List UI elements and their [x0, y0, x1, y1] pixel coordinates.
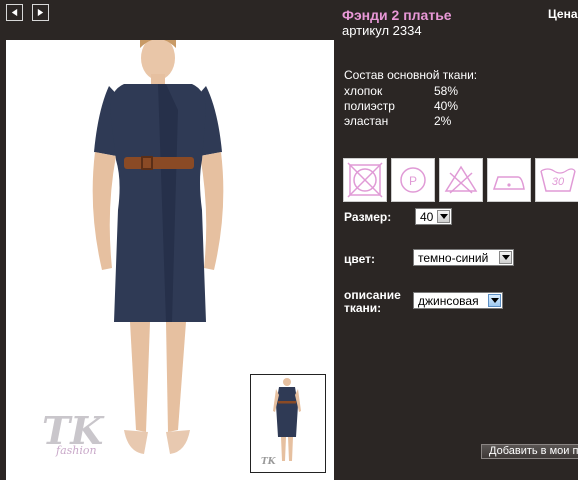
price-label: Цена	[548, 7, 578, 21]
color-select[interactable]: темно-синий	[413, 249, 514, 266]
size-select[interactable]: 40	[415, 208, 452, 225]
prev-button[interactable]	[6, 4, 23, 21]
fabric-name: хлопок	[344, 84, 383, 98]
fabric-desc-value: джинсовая	[418, 293, 479, 308]
fabric-desc-label: описание ткани:	[344, 288, 401, 315]
iron-low-icon	[487, 158, 531, 202]
fabric-select[interactable]: джинсовая	[413, 292, 503, 309]
article-number: артикул 2334	[342, 23, 422, 38]
color-label: цвет:	[344, 252, 375, 266]
product-title: Фэнди 2 платье	[342, 7, 452, 23]
thumbnail-watermark: TK	[261, 457, 276, 467]
thumbnail-image[interactable]: TK	[250, 374, 326, 473]
dry-clean-p-icon: P	[391, 158, 435, 202]
fabric-name: полиэстр	[344, 99, 395, 113]
fabric-row: полиэстр 40%	[344, 99, 484, 113]
chevron-down-icon[interactable]	[499, 251, 512, 264]
next-button[interactable]	[32, 4, 49, 21]
arrow-left-icon	[11, 8, 18, 17]
chevron-down-icon[interactable]	[488, 294, 501, 307]
add-to-cart-button[interactable]: Добавить в мои п	[481, 444, 578, 459]
no-wash-icon	[343, 158, 387, 202]
fabric-percent: 40%	[434, 99, 459, 113]
wash-30-icon: 30	[535, 158, 578, 202]
fabric-name: эластан	[344, 114, 389, 128]
size-label: Размер:	[344, 210, 392, 224]
watermark-subtitle: fashion	[56, 444, 97, 457]
svg-text:30: 30	[552, 176, 565, 188]
no-bleach-icon	[439, 158, 483, 202]
arrow-right-icon	[37, 8, 44, 17]
fabric-row: хлопок 58%	[344, 84, 484, 98]
fabric-row: эластан 2%	[344, 114, 484, 128]
size-value: 40	[420, 209, 434, 224]
fabric-percent: 58%	[434, 84, 459, 98]
color-value: темно-синий	[418, 250, 489, 265]
chevron-down-icon[interactable]	[437, 210, 450, 223]
brand-watermark: TK fashion	[42, 412, 103, 458]
svg-text:P: P	[409, 174, 417, 188]
fabric-heading: Состав основной ткани:	[344, 68, 478, 82]
fabric-percent: 2%	[434, 114, 452, 128]
